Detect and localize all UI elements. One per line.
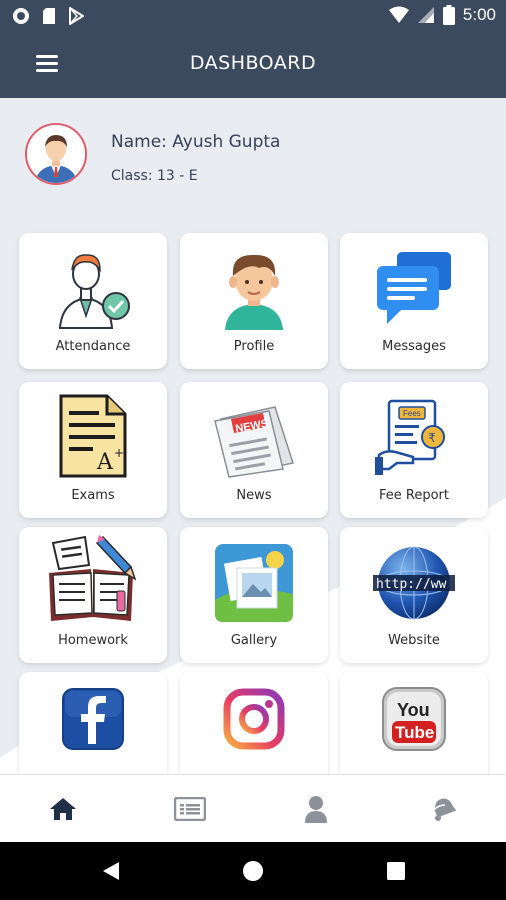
svg-text:Tube: Tube <box>395 723 434 742</box>
nav-profile[interactable] <box>253 775 379 843</box>
tile-label: Exams <box>71 488 115 503</box>
system-status: 5:00 <box>388 5 496 25</box>
home-icon <box>50 798 76 820</box>
tile-fee-report[interactable]: Fees ₹ Fee Report <box>340 382 488 518</box>
clock: 5:00 <box>462 5 496 24</box>
dashboard-content: Name: Ayush Gupta Class: 13 - E Attendan… <box>0 98 506 774</box>
battery-icon <box>442 5 455 25</box>
record-icon <box>13 8 29 24</box>
tile-homework[interactable]: Homework <box>19 527 167 663</box>
exams-icon: A + <box>19 390 167 482</box>
svg-text:http://ww: http://ww <box>376 577 447 592</box>
attendance-icon <box>19 243 167 335</box>
home-button[interactable] <box>238 856 268 886</box>
bottom-nav <box>0 774 506 842</box>
person-icon <box>305 796 327 823</box>
tile-label: Fee Report <box>379 488 449 503</box>
recents-button[interactable] <box>381 856 411 886</box>
student-name: Name: Ayush Gupta <box>111 132 281 152</box>
recents-icon <box>387 862 405 880</box>
svg-text:A: A <box>96 450 114 475</box>
list-icon <box>174 797 206 821</box>
tile-label: Gallery <box>230 633 278 648</box>
svg-text:₹: ₹ <box>428 431 436 445</box>
nav-notifications[interactable] <box>380 775 506 843</box>
tile-profile[interactable]: Profile <box>180 233 328 369</box>
system-nav-bar <box>0 842 506 900</box>
tile-label: News <box>236 488 272 503</box>
tile-exams[interactable]: A + Exams <box>19 382 167 518</box>
student-class: Class: 13 - E <box>111 168 198 184</box>
tile-gallery[interactable]: Gallery <box>180 527 328 663</box>
tile-instagram[interactable] <box>180 672 328 774</box>
sd-card-icon <box>43 8 55 24</box>
app-bar: DASHBOARD <box>0 32 506 98</box>
tile-attendance[interactable]: Attendance <box>19 233 167 369</box>
svg-text:+: + <box>114 446 124 460</box>
nav-home[interactable] <box>0 775 126 843</box>
news-icon: NEWS <box>180 392 328 484</box>
screen: 5:00 DASHBOARD Name: Ayush Gupta Class: … <box>0 0 506 900</box>
signal-icon <box>417 7 434 23</box>
avatar[interactable] <box>25 123 87 185</box>
instagram-icon <box>180 686 328 752</box>
fee-report-icon: Fees ₹ <box>340 392 488 484</box>
facebook-icon <box>19 686 167 752</box>
student-avatar-icon <box>27 125 85 183</box>
profile-icon <box>180 243 328 335</box>
home-circle-icon <box>243 861 263 881</box>
tile-label: Homework <box>58 633 128 648</box>
tile-youtube[interactable]: You Tube <box>340 672 488 774</box>
tile-label: Attendance <box>55 339 131 354</box>
gallery-icon <box>180 537 328 629</box>
messages-icon <box>340 243 488 335</box>
homework-icon <box>19 533 167 625</box>
page-title: DASHBOARD <box>189 52 317 74</box>
back-icon <box>103 862 119 880</box>
tile-label: Profile <box>233 339 275 354</box>
tile-label: Messages <box>382 339 446 354</box>
notification-icon <box>434 798 457 821</box>
notification-icons <box>12 7 84 25</box>
wifi-icon <box>388 6 409 23</box>
tile-messages[interactable]: Messages <box>340 233 488 369</box>
youtube-icon: You Tube <box>340 686 488 752</box>
status-bar: 5:00 <box>0 0 506 32</box>
nav-list[interactable] <box>127 775 253 843</box>
svg-text:Fees: Fees <box>403 409 421 418</box>
play-store-icon <box>69 7 84 25</box>
tile-news[interactable]: NEWS News <box>180 382 328 518</box>
tile-label: Website <box>388 633 440 648</box>
website-icon: http://ww <box>340 537 488 629</box>
back-button[interactable] <box>96 856 126 886</box>
tile-website[interactable]: http://ww Website <box>340 527 488 663</box>
svg-text:You: You <box>397 700 430 720</box>
tile-facebook[interactable] <box>19 672 167 774</box>
